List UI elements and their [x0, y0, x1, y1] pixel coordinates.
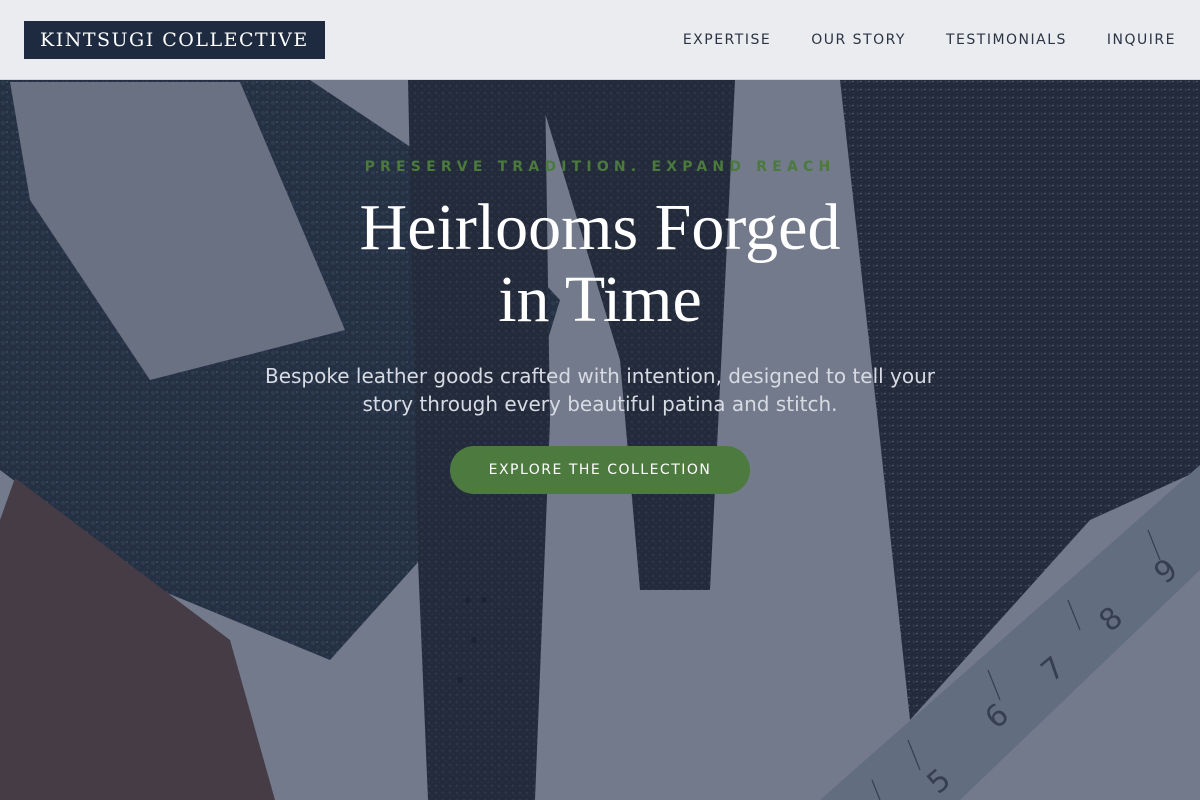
hero-background-image: 5 6 7 8 9: [0, 80, 1200, 800]
nav-link-expertise[interactable]: EXPERTISE: [683, 32, 771, 48]
site-header: KINTSUGI COLLECTIVE EXPERTISE OUR STORY …: [0, 0, 1200, 80]
nav-link-our-story[interactable]: OUR STORY: [811, 32, 906, 48]
hero-subtitle-line: Bespoke leather goods crafted with inten…: [264, 364, 936, 388]
hero-subtitle-line: story through every beautiful patina and…: [362, 392, 838, 416]
explore-collection-button[interactable]: EXPLORE THE COLLECTION: [450, 446, 750, 494]
hero-title-line: in Time: [498, 263, 702, 336]
nav-link-inquire[interactable]: INQUIRE: [1107, 32, 1176, 48]
hero-title: Heirlooms Forged in Time: [0, 192, 1200, 336]
hero-section: 5 6 7 8 9 PRESERVE TRADITION. EXPAND REA…: [0, 80, 1200, 800]
hero-subtitle: Bespoke leather goods crafted with inten…: [240, 362, 960, 418]
brand-logo[interactable]: KINTSUGI COLLECTIVE: [24, 21, 325, 59]
hero-title-line: Heirlooms Forged: [359, 191, 841, 264]
nav-link-testimonials[interactable]: TESTIMONIALS: [946, 32, 1067, 48]
main-nav: EXPERTISE OUR STORY TESTIMONIALS INQUIRE: [683, 0, 1176, 80]
hero-eyebrow: PRESERVE TRADITION. EXPAND REACH: [364, 159, 836, 175]
